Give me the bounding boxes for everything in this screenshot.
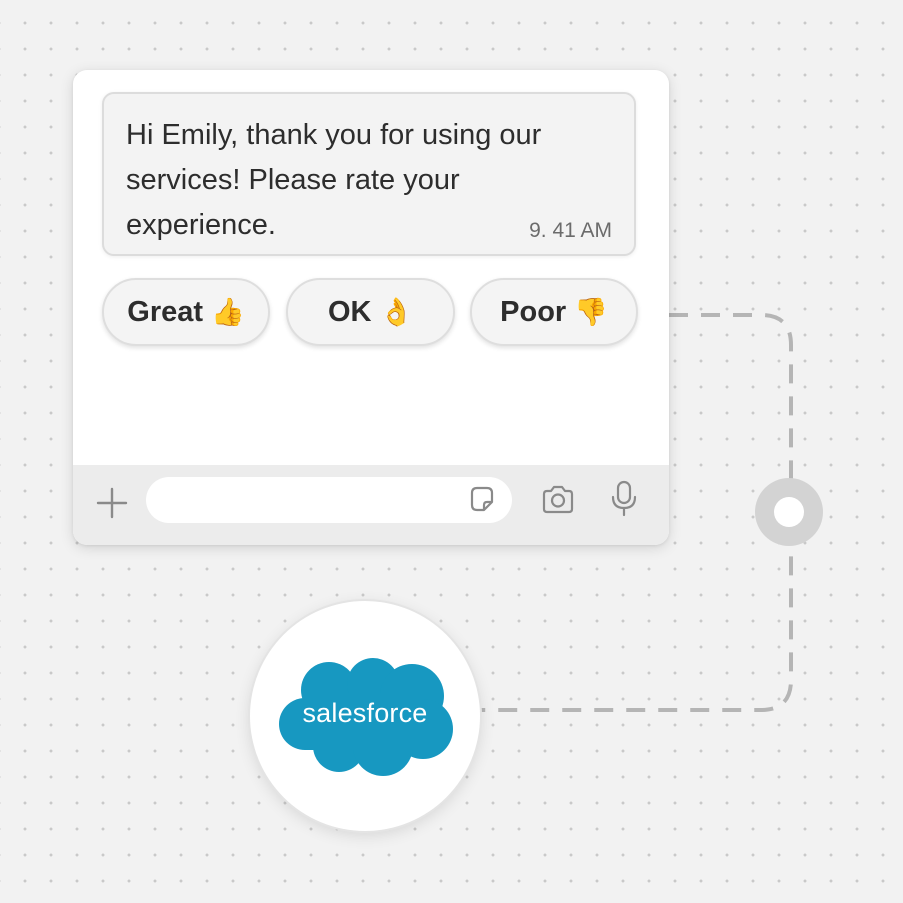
quick-reply-label: Great bbox=[127, 295, 204, 328]
thumbs-up-icon: 👍 bbox=[211, 297, 245, 327]
quick-reply-ok-button[interactable]: OK 👌 bbox=[286, 278, 455, 346]
thumbs-down-icon: 👎 bbox=[574, 297, 608, 327]
quick-reply-great-button[interactable]: Great 👍 bbox=[102, 278, 270, 346]
sticker-button[interactable] bbox=[467, 485, 497, 515]
salesforce-wordmark: salesforce bbox=[302, 698, 428, 728]
add-attachment-button[interactable] bbox=[94, 485, 130, 521]
microphone-icon bbox=[611, 480, 637, 517]
sticker-icon bbox=[470, 486, 494, 512]
message-input[interactable] bbox=[146, 477, 512, 523]
connector-node-inner bbox=[774, 497, 804, 527]
ok-hand-icon: 👌 bbox=[379, 297, 414, 327]
microphone-button[interactable] bbox=[606, 479, 642, 519]
chat-window: Hi Emily, thank you for using our servic… bbox=[73, 70, 669, 545]
plus-icon bbox=[96, 487, 128, 519]
quick-reply-poor-button[interactable]: Poor 👎 bbox=[470, 278, 638, 346]
message-bubble: Hi Emily, thank you for using our servic… bbox=[102, 92, 636, 256]
message-text: Hi Emily, thank you for using our servic… bbox=[126, 119, 542, 241]
message-composer bbox=[73, 465, 669, 545]
salesforce-logo: salesforce bbox=[273, 656, 457, 780]
salesforce-integration-badge: salesforce bbox=[250, 601, 480, 831]
camera-button[interactable] bbox=[539, 481, 577, 519]
quick-reply-label: Poor bbox=[500, 295, 567, 328]
quick-reply-label: OK bbox=[327, 295, 372, 328]
camera-icon bbox=[542, 485, 574, 514]
message-timestamp: 9. 41 AM bbox=[529, 219, 612, 242]
